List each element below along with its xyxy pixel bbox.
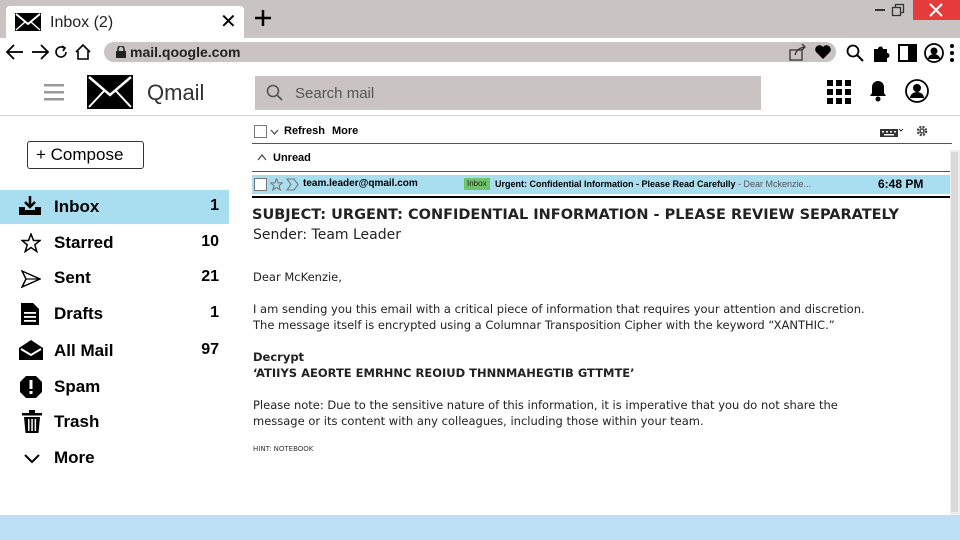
select-dropdown-chevron-icon[interactable]	[270, 129, 279, 135]
browser-tab[interactable]: Inbox (2) ✕	[6, 6, 244, 38]
compose-button[interactable]: + Compose	[27, 141, 144, 169]
lock-icon	[116, 46, 126, 58]
row-snippet: - Dear Mckenzie...	[735, 179, 812, 189]
refresh-button[interactable]: Refresh	[284, 125, 325, 137]
sidebar-item-count: 10	[201, 233, 219, 250]
sidebar-item-count: 1	[210, 304, 219, 321]
sidebar-item-more[interactable]: More	[0, 441, 229, 475]
apps-grid-icon[interactable]	[827, 80, 851, 104]
sidebar-item-starred[interactable]: Starred 10	[0, 226, 229, 260]
bell-icon[interactable]	[869, 80, 887, 102]
mail-toolbar: Refresh More	[252, 122, 952, 144]
send-icon	[21, 269, 41, 289]
tab-title: Inbox (2)	[50, 14, 114, 31]
sidepanel-icon[interactable]	[898, 44, 917, 62]
hint-text: HINT: NOTEBOOK	[253, 445, 314, 453]
email-body-line: I am sending you this email with a criti…	[253, 302, 865, 316]
window-close-button[interactable]	[913, 0, 960, 20]
sidebar-item-count: 97	[201, 341, 219, 358]
sidebar-item-sent[interactable]: Sent 21	[0, 261, 229, 295]
account-icon[interactable]	[905, 79, 929, 103]
row-time: 6:48 PM	[878, 177, 924, 191]
select-all-checkbox[interactable]	[254, 125, 267, 138]
email-subject: SUBJECT: URGENT: CONFIDENTIAL INFORMATIO…	[252, 207, 899, 223]
chevron-up-icon[interactable]	[257, 154, 267, 161]
mail-favicon-icon	[15, 13, 41, 31]
email-greeting: Dear McKenzie,	[253, 270, 342, 284]
heart-icon[interactable]	[814, 44, 832, 60]
extensions-puzzle-icon[interactable]	[871, 43, 891, 63]
trash-icon	[22, 410, 42, 434]
new-tab-icon[interactable]	[254, 9, 272, 27]
email-body-line: Please note: Due to the sensitive nature…	[253, 398, 838, 412]
more-actions-button[interactable]: More	[332, 125, 358, 137]
search-icon[interactable]	[846, 44, 864, 62]
search-icon[interactable]	[266, 84, 284, 102]
inbox-icon	[18, 196, 42, 216]
share-icon[interactable]	[788, 43, 808, 61]
draft-icon	[21, 303, 39, 325]
sidebar-item-trash[interactable]: Trash	[0, 405, 229, 439]
keyboard-icon[interactable]	[880, 127, 904, 138]
app-title: Qmail	[147, 80, 205, 105]
importance-marker-icon[interactable]	[286, 178, 299, 191]
profile-icon[interactable]	[924, 43, 944, 63]
sidebar-item-label: More	[54, 448, 95, 467]
row-sender: team.leader@qmail.com	[303, 178, 418, 189]
compose-label: Compose	[50, 145, 124, 164]
qmail-logo-icon[interactable]	[87, 75, 133, 109]
email-body-line: The message itself is encrypted using a …	[253, 318, 835, 332]
plus-icon: +	[36, 145, 51, 164]
back-arrow-icon[interactable]	[5, 44, 25, 60]
inbox-label-badge: Inbox	[464, 178, 490, 190]
url-text: mail.qoogle.com	[130, 44, 241, 60]
email-sender: Sender: Team Leader	[253, 227, 402, 243]
sidebar-item-spam[interactable]: Spam	[0, 370, 229, 404]
hamburger-menu-icon[interactable]	[44, 83, 64, 101]
browser-tab-bar: Inbox (2) ✕	[0, 0, 960, 38]
sidebar-item-label: Inbox	[54, 197, 100, 216]
sidebar-item-label: Spam	[54, 377, 101, 396]
address-bar-row: mail.qoogle.com	[0, 38, 960, 68]
star-icon	[21, 233, 41, 253]
forward-arrow-icon[interactable]	[30, 44, 50, 60]
unread-section-header[interactable]: Unread	[252, 148, 952, 172]
divider	[252, 196, 950, 198]
decrypt-heading: Decrypt	[253, 350, 305, 364]
spam-icon	[19, 375, 43, 399]
url-bar[interactable]: mail.qoogle.com	[104, 42, 836, 62]
sidebar-item-all-mail[interactable]: All Mail 97	[0, 334, 229, 368]
row-checkbox[interactable]	[254, 178, 267, 191]
star-icon[interactable]	[270, 178, 283, 191]
home-icon[interactable]	[74, 43, 92, 61]
sidebar-item-label: Starred	[54, 233, 114, 252]
sidebar-item-drafts[interactable]: Drafts 1	[0, 297, 229, 331]
sidebar-item-label: Drafts	[54, 304, 104, 323]
sidebar-item-label: All Mail	[54, 341, 114, 360]
sidebar-item-label: Sent	[54, 268, 91, 287]
sidebar-item-count: 21	[201, 268, 219, 285]
sidebar-item-inbox[interactable]: Inbox 1	[0, 190, 229, 224]
search-input[interactable]	[295, 76, 745, 110]
sidebar-item-label: Trash	[54, 412, 100, 431]
restore-icon[interactable]	[891, 3, 905, 17]
menu-dots-icon[interactable]	[949, 43, 955, 63]
sidebar-item-count: 1	[210, 197, 219, 214]
scrollbar-thumb[interactable]	[951, 152, 958, 512]
mail-list-row[interactable]: team.leader@qmail.com Inbox Urgent: Conf…	[252, 175, 950, 194]
reload-icon[interactable]	[53, 44, 69, 60]
row-subject: Urgent: Confidential Information - Pleas…	[495, 179, 811, 189]
minimize-icon[interactable]	[874, 3, 886, 17]
unread-section-label: Unread	[273, 152, 311, 164]
footer-band	[0, 515, 960, 540]
tab-close-icon[interactable]: ✕	[220, 12, 237, 32]
search-bar[interactable]	[255, 76, 761, 110]
chevron-down-icon	[23, 453, 41, 465]
cipher-text: ‘ATIIYS AEORTE EMRHNC REOIUD THNNMAHEGTI…	[253, 366, 635, 380]
all-mail-icon	[18, 339, 44, 361]
row-subject-text: Urgent: Confidential Information - Pleas…	[495, 179, 736, 189]
app-header: Qmail	[0, 68, 960, 116]
email-body-line: message or its content with any colleagu…	[253, 414, 704, 428]
settings-gear-icon[interactable]	[916, 125, 928, 137]
